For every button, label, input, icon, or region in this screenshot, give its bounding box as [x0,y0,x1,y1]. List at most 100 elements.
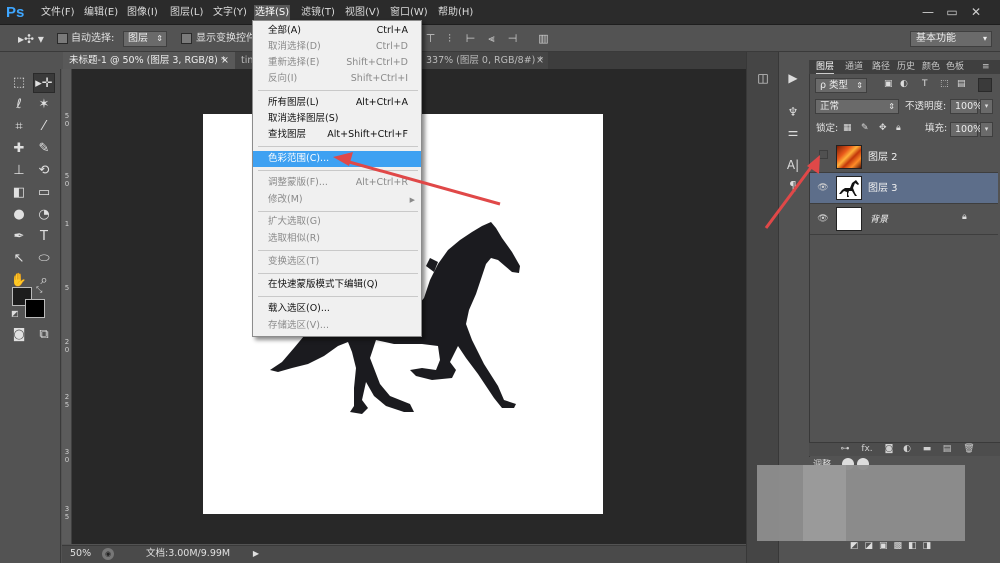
tab-paths[interactable]: 路径 [872,61,890,74]
fill-slider-arrow-icon[interactable]: ▾ [980,122,993,137]
lock-position-icon[interactable]: ✥ [879,123,891,135]
eye-icon[interactable]: 👁︎ [812,173,834,203]
eyedropper-icon[interactable]: ⁄ [33,117,55,137]
new-layer-icon[interactable]: ▤ [940,443,954,455]
magic-wand-icon[interactable]: ✶ [33,95,55,115]
tab-channels[interactable]: 通道 [845,61,863,74]
auto-select-dropdown[interactable]: 图层 ⇕ [123,31,167,47]
menu-item-save-selection[interactable]: 存储选区(V)... [253,318,421,334]
menu-item-select-all[interactable]: 全部(A) Ctrl+A [253,23,421,39]
menu-help[interactable]: 帮助(H) [437,5,474,21]
blend-mode-dropdown[interactable]: 正常 ⇕ [815,99,899,114]
tool-preset-icon[interactable]: ⚌ [782,122,804,142]
layer-name[interactable]: 背景 [870,213,888,227]
lock-transparent-icon[interactable]: ▦ [843,123,855,135]
filter-toggle[interactable] [978,78,992,92]
blur-tool-icon[interactable]: ● [8,205,30,225]
filter-pixel-icon[interactable]: ▣ [884,79,896,91]
panel-menu-icon[interactable]: ≡ [982,61,994,73]
menu-item-similar[interactable]: 选取相似(R) [253,231,421,247]
menu-item-color-range[interactable]: 色彩范围(C)... [253,151,421,167]
restore-icon[interactable]: ▭ [942,3,962,21]
align-hcenter-icon[interactable]: ⫷ [485,31,498,46]
menu-item-all-layers[interactable]: 所有图层(L) Alt+Ctrl+A [253,95,421,111]
menu-item-inverse[interactable]: 反向(I) Shift+Ctrl+I [253,71,421,87]
menu-edit[interactable]: 编辑(E) [83,5,119,21]
doc-tab-2[interactable]: tin [235,52,253,69]
play-action-icon[interactable]: ▶ [782,68,804,88]
default-colors-icon[interactable]: ◩ [11,309,21,319]
paragraph-panel-icon[interactable]: ¶ [782,176,804,196]
auto-align-icon[interactable]: ▥ [537,31,550,46]
menu-item-quick-mask[interactable]: 在快速蒙版模式下编辑(Q) [253,277,421,293]
layer-name[interactable]: 图层 3 [868,182,898,196]
align-right-icon[interactable]: ⊣ [506,31,519,46]
move-tool-icon[interactable]: ▸✛ [33,73,55,93]
menu-item-deselect[interactable]: 取消选择(D) Ctrl+D [253,39,421,55]
filter-adjustment-icon[interactable]: ◐ [900,79,912,91]
tab-swatches[interactable]: 色板 [946,61,964,74]
filter-type-icon[interactable]: T [922,79,934,91]
crop-tool-icon[interactable]: ⌗ [8,117,30,137]
status-menu-arrow-icon[interactable]: ▶ [250,547,262,560]
clone-stamp-icon[interactable]: ⊥ [8,161,30,181]
tab-close-icon[interactable]: × [536,52,544,69]
align-left-icon[interactable]: ⊢ [464,31,477,46]
workspace-dropdown[interactable]: 基本功能 ▾ [910,31,992,47]
eraser-tool-icon[interactable]: ◧ [8,183,30,203]
close-icon[interactable]: ✕ [966,3,986,21]
background-color-swatch[interactable] [25,299,45,318]
mask-icon[interactable]: ◙ [882,443,896,455]
healing-brush-icon[interactable]: ✚ [8,139,30,159]
layer-filter-dropdown[interactable]: ρ 类型 ⇕ [815,78,867,93]
eye-icon[interactable]: 👁︎ [812,204,834,234]
menu-item-refine-mask[interactable]: 调整蒙版(F)... Alt+Ctrl+R [253,175,421,191]
menu-window[interactable]: 窗口(W) [389,5,429,21]
tab-color[interactable]: 颜色 [922,61,940,74]
menu-item-reselect[interactable]: 重新选择(E) Shift+Ctrl+D [253,55,421,71]
move-tool-preset-icon[interactable]: ▸✣ ▾ [18,30,46,48]
visibility-toggle-empty[interactable] [812,142,834,172]
filter-shape-icon[interactable]: ⬚ [940,79,952,91]
zoom-level[interactable]: 50% [70,548,91,560]
folder-icon[interactable]: ▬ [920,443,934,455]
lock-all-icon[interactable]: 🔒︎ [896,123,908,135]
brush-tool-icon[interactable]: ✎ [33,139,55,159]
tab-layers[interactable]: 图层 [816,61,835,74]
link-icon[interactable]: ⊶ [838,443,852,455]
align-top-icon[interactable]: ⊤ [424,31,437,46]
align-vcenter-icon[interactable]: ⫶ [443,31,456,46]
opacity-input[interactable]: 100% [950,99,982,114]
character-panel-icon[interactable]: A| [782,155,804,175]
lasso-tool-icon[interactable]: ℓ [8,95,30,115]
trash-icon[interactable]: 🗑︎ [962,443,976,455]
menu-select[interactable]: 选择(S) [254,5,291,21]
menu-item-load-selection[interactable]: 载入选区(O)... [253,301,421,317]
layer-name[interactable]: 图层 2 [868,151,898,165]
menu-layer[interactable]: 图层(L) [169,5,204,21]
type-tool-icon[interactable]: T [33,227,55,247]
menu-item-grow[interactable]: 扩大选取(G) [253,214,421,230]
minimize-icon[interactable]: — [918,3,938,21]
menu-view[interactable]: 视图(V) [344,5,381,21]
adjustment-icons-row[interactable]: ◩◪▣▩◧◨ [850,541,990,553]
menu-image[interactable]: 图像(I) [126,5,159,21]
filter-smartobject-icon[interactable]: ▤ [957,79,969,91]
tab-close-icon[interactable]: × [221,52,229,69]
menu-type[interactable]: 文字(Y) [212,5,248,21]
pen-tool-icon[interactable]: ✒ [8,227,30,247]
swap-colors-icon[interactable]: ⤡ [36,285,46,295]
dodge-tool-icon[interactable]: ◔ [33,205,55,225]
marquee-tool-icon[interactable]: ⬚ [8,73,30,93]
show-transform-checkbox[interactable] [181,33,192,44]
opacity-slider-arrow-icon[interactable]: ▾ [980,99,993,114]
gradient-tool-icon[interactable]: ▭ [33,183,55,203]
share-icon[interactable]: ◉ [102,548,114,560]
adjustment-icon[interactable]: ◐ [900,443,914,455]
screen-mode-icon[interactable]: ⧉ [33,325,55,345]
lock-image-icon[interactable]: ✎ [861,123,873,135]
ellipse-tool-icon[interactable]: ⬭ [33,249,55,269]
quick-mask-icon[interactable]: ◙ [8,325,30,345]
menu-filter[interactable]: 滤镜(T) [300,5,336,21]
doc-tab-3[interactable]: 337% (图层 0, RGB/8#) * × [420,52,548,69]
